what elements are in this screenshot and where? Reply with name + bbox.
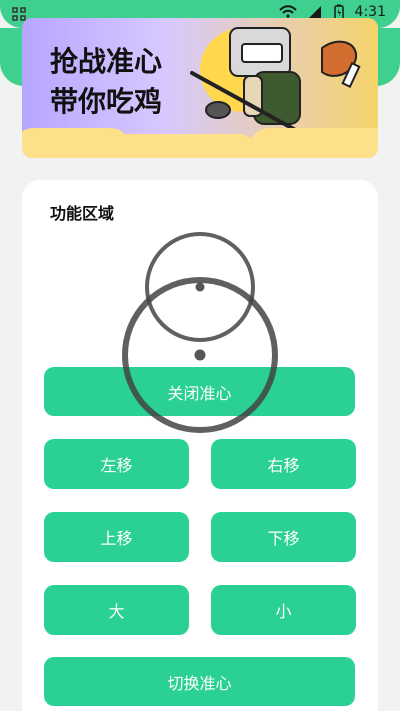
move-left-label: 左移 <box>100 456 133 475</box>
cloud-2 <box>108 134 258 158</box>
move-right-button[interactable]: 右移 <box>211 439 356 489</box>
close-crosshair-label: 关闭准心 <box>167 383 232 403</box>
signal-icon <box>308 6 321 18</box>
move-down-button[interactable]: 下移 <box>211 512 356 562</box>
cloud-3 <box>248 128 378 158</box>
switch-crosshair-label: 切换准心 <box>167 673 232 693</box>
move-left-button[interactable]: 左移 <box>44 439 189 489</box>
move-up-label: 上移 <box>100 529 133 548</box>
close-crosshair-button[interactable]: 关闭准心 <box>44 367 355 416</box>
smaller-label: 小 <box>275 602 292 621</box>
bigger-button[interactable]: 大 <box>44 585 189 635</box>
move-up-button[interactable]: 上移 <box>44 512 189 562</box>
bigger-label: 大 <box>108 602 125 621</box>
function-area-title: 功能区域 <box>50 204 115 223</box>
smaller-button[interactable]: 小 <box>211 585 356 635</box>
promo-banner[interactable]: 抢战准心 带你吃鸡 <box>22 18 378 158</box>
wifi-icon <box>278 5 297 18</box>
move-right-label: 右移 <box>267 456 300 475</box>
function-panel: 功能区域 关闭准心 左移 右移 上移 下移 大 小 切换准心 <box>22 180 378 711</box>
move-down-label: 下移 <box>267 529 300 548</box>
switch-crosshair-button[interactable]: 切换准心 <box>44 657 355 706</box>
